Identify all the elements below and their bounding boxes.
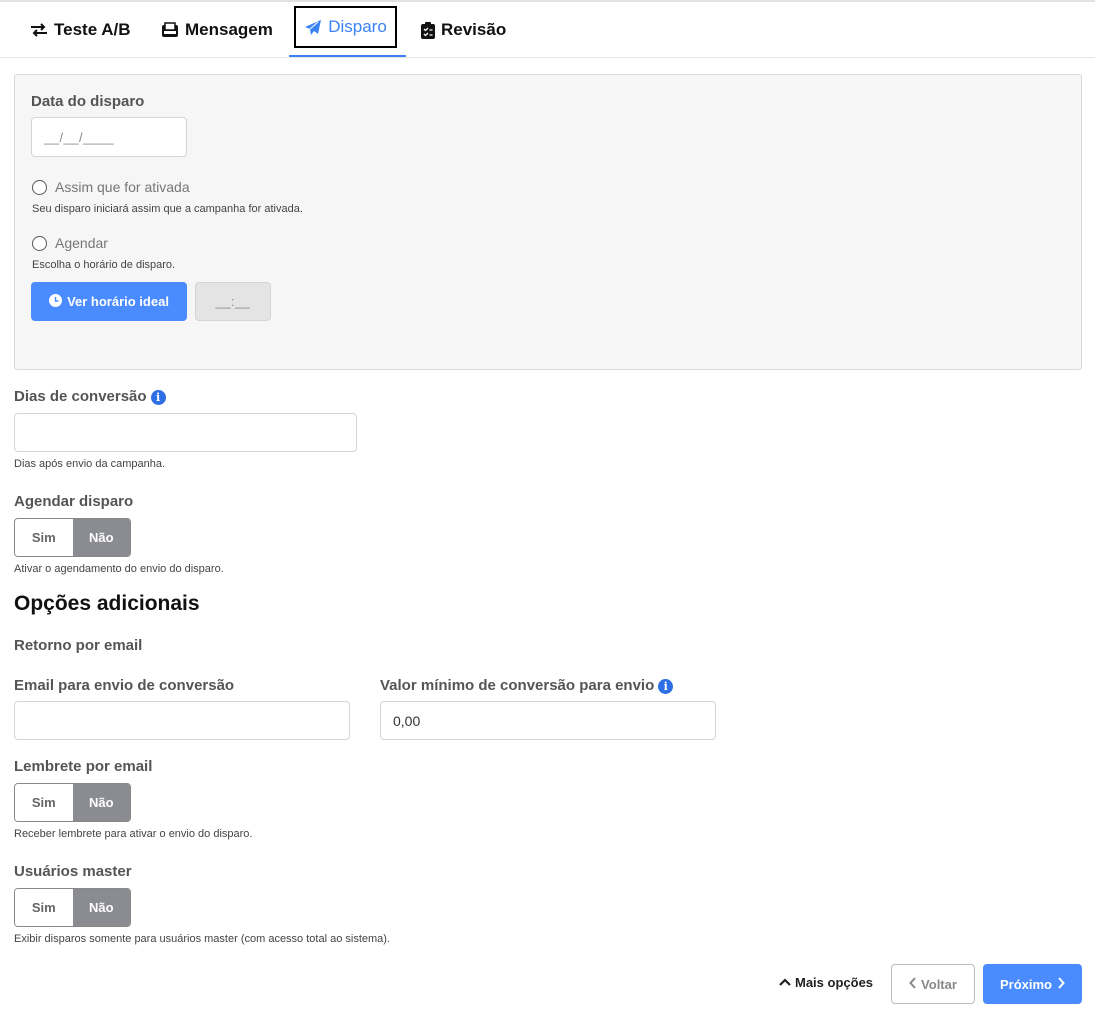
email-return-label: Retorno por email bbox=[14, 637, 143, 654]
tab-revisao[interactable]: Revisão bbox=[421, 2, 506, 58]
toggle-yes[interactable]: Sim bbox=[15, 519, 73, 556]
info-icon[interactable]: i bbox=[150, 389, 166, 405]
radio-schedule-help: Escolha o horário de disparo. bbox=[32, 259, 176, 271]
master-users-label: Usuários master bbox=[14, 863, 132, 880]
tab-label: Revisão bbox=[441, 20, 507, 39]
tab-label: Mensagem bbox=[185, 20, 273, 39]
swap-arrows-icon bbox=[30, 23, 48, 37]
conversion-email-label: Email para envio de conversão bbox=[14, 677, 235, 694]
master-users-help: Exibir disparos somente para usuários ma… bbox=[14, 933, 390, 945]
time-input[interactable]: __:__ bbox=[195, 282, 271, 321]
min-value-label: Valor mínimo de conversão para envio i bbox=[380, 677, 674, 694]
conversion-days-help: Dias após envio da campanha. bbox=[14, 458, 166, 470]
radio-circle[interactable] bbox=[32, 235, 47, 251]
toggle-no[interactable]: Não bbox=[72, 519, 130, 556]
ideal-time-button[interactable]: Ver horário ideal bbox=[31, 282, 187, 321]
clock-icon bbox=[49, 293, 63, 310]
tab-disparo[interactable]: Disparo bbox=[294, 6, 397, 48]
conversion-days-label: Dias de conversão i bbox=[14, 388, 166, 405]
date-placeholder: __/__/____ bbox=[44, 129, 115, 145]
radio-immediate-help: Seu disparo iniciará assim que a campanh… bbox=[32, 203, 303, 215]
back-label: Voltar bbox=[921, 976, 957, 992]
schedule-toggle-label: Agendar disparo bbox=[14, 493, 134, 510]
schedule-toggle-help: Ativar o agendamento do envio do disparo… bbox=[14, 563, 224, 575]
reminder-help: Receber lembrete para ativar o envio do … bbox=[14, 828, 253, 840]
inbox-icon bbox=[161, 22, 179, 38]
next-button[interactable]: Próximo bbox=[983, 964, 1082, 1004]
chevron-left-icon bbox=[909, 976, 917, 992]
reminder-toggle[interactable]: Sim Não bbox=[14, 783, 131, 822]
radio-schedule-label: Agendar bbox=[55, 235, 108, 251]
conversion-email-input[interactable] bbox=[14, 701, 350, 740]
ideal-time-label: Ver horário ideal bbox=[67, 294, 169, 309]
master-users-toggle[interactable]: Sim Não bbox=[14, 888, 131, 927]
active-tab-indicator bbox=[289, 55, 406, 57]
toggle-no[interactable]: Não bbox=[72, 784, 130, 821]
more-options-link[interactable]: Mais opções bbox=[779, 975, 873, 990]
schedule-toggle[interactable]: Sim Não bbox=[14, 518, 131, 557]
radio-immediate-label: Assim que for ativada bbox=[55, 179, 190, 195]
additional-options-title: Opções adicionais bbox=[14, 592, 200, 615]
min-value-value: 0,00 bbox=[393, 712, 421, 729]
info-icon[interactable]: i bbox=[658, 678, 674, 694]
disparo-panel: Data do disparo __/__/____ Assim que for… bbox=[14, 74, 1082, 370]
date-input[interactable]: __/__/____ bbox=[31, 117, 187, 157]
time-placeholder: __:__ bbox=[215, 294, 251, 309]
date-label: Data do disparo bbox=[31, 93, 145, 110]
conversion-days-input[interactable] bbox=[14, 413, 357, 452]
tab-mensagem[interactable]: Mensagem bbox=[161, 2, 273, 58]
back-button[interactable]: Voltar bbox=[891, 964, 975, 1004]
toggle-yes[interactable]: Sim bbox=[15, 889, 73, 926]
toggle-yes[interactable]: Sim bbox=[15, 784, 73, 821]
step-tabs: Teste A/B Mensagem Disparo Revisão bbox=[0, 2, 1095, 58]
chevron-up-icon bbox=[779, 975, 791, 990]
min-value-input[interactable]: 0,00 bbox=[380, 701, 716, 740]
radio-immediate[interactable]: Assim que for ativada bbox=[32, 179, 190, 195]
tab-teste-ab[interactable]: Teste A/B bbox=[30, 2, 131, 58]
tab-label: Teste A/B bbox=[54, 20, 131, 39]
tab-label: Disparo bbox=[328, 17, 387, 36]
more-options-label: Mais opções bbox=[795, 975, 874, 990]
conversion-days-label-text: Dias de conversão bbox=[14, 388, 147, 405]
toggle-no[interactable]: Não bbox=[72, 889, 130, 926]
reminder-label: Lembrete por email bbox=[14, 758, 153, 775]
chevron-right-icon bbox=[1057, 976, 1065, 992]
clipboard-check-icon bbox=[421, 21, 435, 39]
radio-schedule[interactable]: Agendar bbox=[32, 235, 108, 251]
paper-plane-icon bbox=[304, 19, 322, 36]
next-label: Próximo bbox=[999, 976, 1052, 992]
min-value-label-text: Valor mínimo de conversão para envio bbox=[380, 677, 655, 694]
radio-circle[interactable] bbox=[32, 179, 47, 195]
